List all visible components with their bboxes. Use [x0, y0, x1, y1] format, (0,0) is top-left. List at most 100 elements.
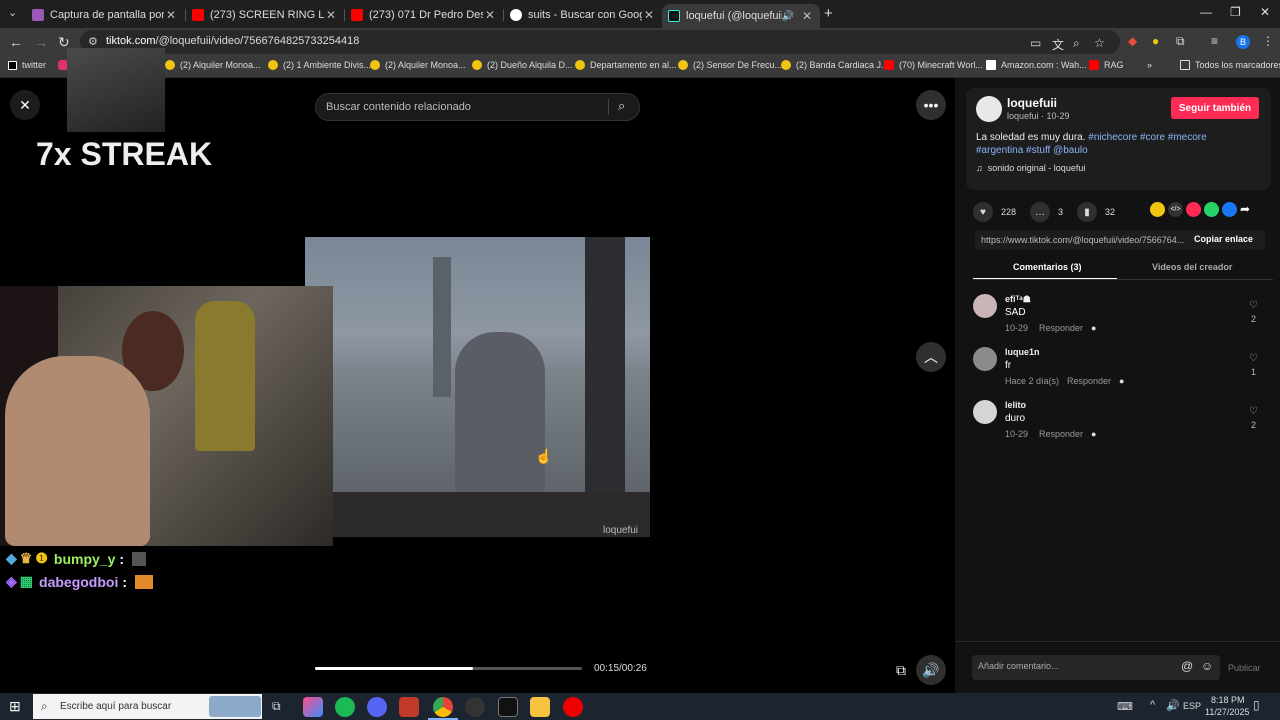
url-text[interactable]: tiktok.com/@loquefuii/video/756676482573…	[106, 35, 359, 47]
bookmark-item[interactable]: (70) Minecraft Worl...	[884, 60, 983, 70]
bookmark-item[interactable]: (2) Dueño Alquila D...	[472, 60, 573, 70]
bookmark-item[interactable]: (2) 1 Ambiente Divis...	[268, 60, 371, 70]
clock-time[interactable]: 8:18 PM	[1211, 695, 1245, 705]
profile-avatar[interactable]: B	[1236, 35, 1250, 49]
windows-start-icon[interactable]: ⊞	[9, 698, 21, 715]
back-button[interactable]: ←	[9, 34, 23, 50]
related-search-input[interactable]: Buscar contenido relacionado ⌕	[315, 93, 640, 121]
close-icon[interactable]: ✕	[800, 9, 814, 23]
speaker-icon[interactable]: 🔊	[782, 11, 794, 22]
forward-button[interactable]: →	[34, 34, 48, 50]
opera-icon[interactable]	[563, 697, 583, 717]
new-tab-button[interactable]: +	[824, 5, 833, 22]
task-view-icon[interactable]: ⧉	[272, 699, 281, 714]
comment-input[interactable]: Añadir comentario... @ ☺	[972, 655, 1220, 680]
bookmark-icon[interactable]: ▮	[1077, 202, 1098, 222]
follow-button[interactable]: Seguir también	[1171, 97, 1259, 119]
bookmark-item[interactable]: (2) Banda Cardiaca J...	[781, 60, 889, 70]
tab-creator-videos[interactable]: Videos del creador	[1152, 262, 1232, 272]
facebook-icon[interactable]	[1222, 202, 1237, 217]
reply-button[interactable]: Responder	[1039, 429, 1083, 439]
send-icon[interactable]	[1186, 202, 1201, 217]
media-icon[interactable]: ≡	[1211, 34, 1218, 48]
address-bar[interactable]: ⚙ tiktok.com/@loquefuii/video/7566764825…	[80, 30, 1120, 54]
avatar[interactable]	[973, 400, 997, 424]
bookmark-item[interactable]: (2) Alquiler Monoa...	[165, 60, 261, 70]
search-icon[interactable]: ⌕	[618, 98, 625, 114]
heart-outline-icon[interactable]: ♡	[1249, 300, 1258, 311]
tab-search-icon[interactable]: ⌄	[8, 6, 17, 19]
avatar[interactable]	[976, 96, 1002, 122]
repost-icon[interactable]	[1150, 202, 1165, 217]
tray-chevron-icon[interactable]: ^	[1150, 699, 1155, 711]
site-info-icon[interactable]: ⚙	[88, 35, 98, 48]
avatar[interactable]	[973, 294, 997, 318]
close-video-button[interactable]: ✕	[10, 90, 40, 120]
capcut-icon[interactable]	[498, 697, 518, 717]
cast-icon[interactable]: ▭	[1030, 36, 1041, 50]
extension-icon[interactable]: ●	[1152, 34, 1159, 48]
menu-icon[interactable]: ⋮	[1262, 34, 1274, 48]
author-username[interactable]: loquefuii	[1007, 96, 1057, 110]
tab-tiktok[interactable]: loquefui (@loquefuii) | TikTok 🔊 ✕	[662, 4, 820, 28]
emoji-icon[interactable]: ☺	[1201, 659, 1213, 673]
volume-button[interactable]: 🔊	[916, 655, 946, 685]
all-bookmarks-folder[interactable]: Todos los marcadores	[1180, 60, 1280, 70]
zoom-icon[interactable]: ⌕	[1073, 36, 1080, 51]
video-player[interactable]: loquefui	[305, 237, 650, 537]
mention-icon[interactable]: @	[1181, 659, 1193, 673]
heart-outline-icon[interactable]: ♡	[1249, 406, 1258, 417]
window-close-button[interactable]: ✕	[1260, 5, 1270, 19]
close-icon[interactable]: ✕	[642, 8, 656, 22]
copilot-icon[interactable]	[303, 697, 323, 717]
extensions-puzzle-icon[interactable]: ⧉	[1176, 34, 1185, 49]
reply-button[interactable]: Responder	[1067, 376, 1111, 386]
obs-icon[interactable]	[465, 697, 485, 717]
more-options-button[interactable]: •••	[916, 90, 946, 120]
heart-outline-icon[interactable]: ♡	[1249, 353, 1258, 364]
heart-icon[interactable]: ♥	[973, 202, 993, 222]
clock-date[interactable]: 11/27/2025	[1205, 707, 1249, 717]
mini-player-button[interactable]: ⧉	[886, 655, 916, 685]
sound-link[interactable]: ♫ sonido original - loquefui	[976, 163, 1085, 173]
spotify-icon[interactable]	[335, 697, 355, 717]
tab-google[interactable]: suits - Buscar con Google ✕	[504, 4, 662, 26]
close-icon[interactable]: ✕	[164, 8, 178, 22]
restore-button[interactable]: ❐	[1230, 5, 1241, 19]
notifications-icon[interactable]: ▯	[1253, 698, 1260, 712]
comment-icon[interactable]: …	[1030, 202, 1051, 222]
extension-icon[interactable]: ◆	[1128, 34, 1137, 48]
taskbar-search-box[interactable]: ⌕ Escribe aquí para buscar	[33, 694, 262, 719]
minimize-button[interactable]: —	[1200, 5, 1212, 19]
tab-comments[interactable]: Comentarios (3)	[1013, 262, 1082, 272]
bookmark-item[interactable]: RAG	[1089, 60, 1124, 70]
voicemeeter-icon[interactable]	[399, 697, 419, 717]
chrome-icon[interactable]	[433, 697, 453, 717]
keyboard-icon[interactable]: ⌨	[1117, 700, 1133, 713]
volume-tray-icon[interactable]: 🔊	[1166, 699, 1180, 712]
bookmark-item[interactable]: (2) Sensor De Frecu...	[678, 60, 782, 70]
bookmark-star-icon[interactable]: ☆	[1094, 36, 1105, 50]
share-arrow-icon[interactable]: ➦	[1240, 202, 1250, 217]
reply-button[interactable]: Responder	[1039, 323, 1083, 333]
copy-link-button[interactable]: Copiar enlace	[1194, 234, 1253, 244]
whatsapp-icon[interactable]	[1204, 202, 1219, 217]
close-icon[interactable]: ✕	[483, 8, 497, 22]
avatar[interactable]	[973, 347, 997, 371]
bookmark-item[interactable]: Departamento en al...	[575, 60, 677, 70]
translate-icon[interactable]: 文	[1052, 36, 1064, 53]
bookmark-item[interactable]: twitter	[8, 60, 46, 70]
video-progress-bar[interactable]	[315, 667, 582, 670]
emoji-reaction-icon[interactable]: ●	[1091, 323, 1096, 333]
file-explorer-icon[interactable]	[530, 697, 550, 717]
tab-lightshot[interactable]: Captura de pantalla por Lightshot ✕	[26, 4, 184, 26]
bookmark-item[interactable]: Amazon.com : Wah...	[986, 60, 1087, 70]
tab-youtube-2[interactable]: (273) 071 Dr Pedro Despouy - Y ✕	[345, 4, 503, 26]
embed-icon[interactable]: </>	[1168, 202, 1183, 217]
publish-button[interactable]: Publicar	[1228, 663, 1261, 673]
discord-icon[interactable]	[367, 697, 387, 717]
emoji-reaction-icon[interactable]: ●	[1091, 429, 1096, 439]
previous-video-button[interactable]: ︿	[916, 342, 946, 372]
close-icon[interactable]: ✕	[324, 8, 338, 22]
bookmarks-overflow-button[interactable]: »	[1147, 60, 1152, 70]
